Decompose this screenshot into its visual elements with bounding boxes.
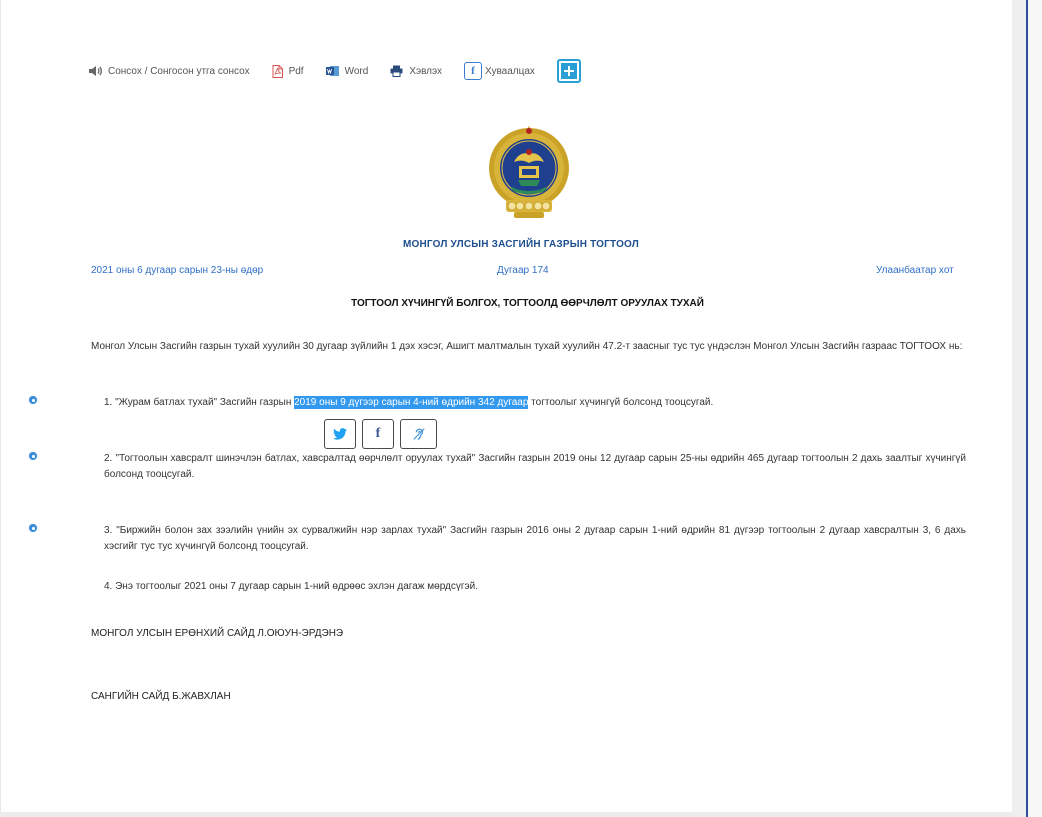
pdf-button[interactable]: Pdf xyxy=(272,64,304,78)
share-label: Хуваалцах xyxy=(485,65,535,77)
page: Сонсох / Сонгосон утга сонсох Pdf Word Х… xyxy=(0,0,1012,817)
share-button[interactable]: f Хуваалцах xyxy=(464,62,535,80)
facebook-icon: f xyxy=(375,426,381,441)
plus-icon xyxy=(556,59,581,83)
print-button[interactable]: Хэвлэх xyxy=(390,65,442,77)
printer-icon xyxy=(390,65,403,77)
share-twitter-button[interactable] xyxy=(324,419,356,449)
signature-prime-minister: МОНГОЛ УЛСЫН ЕРӨНХИЙ САЙД Л.ОЮУН-ЭРДЭНЭ xyxy=(91,628,344,639)
selected-text-highlight[interactable]: 2019 оны 9 дүгээр сарын 4-ний өдрийн 342… xyxy=(294,396,529,409)
print-label: Хэвлэх xyxy=(409,65,442,77)
share-listen-button[interactable] xyxy=(400,419,437,449)
list-item-4: 4. Энэ тогтоолыг 2021 оны 7 дугаар сарын… xyxy=(104,581,478,592)
decree-number: Дугаар 174 xyxy=(497,265,549,276)
list-item-2: 2. "Тогтоолын хавсралт шинэчлэн батлах, … xyxy=(104,453,966,480)
word-button[interactable]: Word xyxy=(325,65,369,77)
right-side-panel xyxy=(1028,0,1042,817)
selection-share-popup: f xyxy=(324,419,443,449)
gov-title: МОНГОЛ УЛСЫН ЗАСГИЙН ГАЗРЫН ТОГТООЛ xyxy=(402,239,640,250)
facebook-icon: f xyxy=(464,62,482,80)
bullet-marker-2[interactable] xyxy=(29,452,37,460)
signature-finance-minister: САНГИЙН САЙД Б.ЖАВХЛАН xyxy=(91,691,231,702)
item1-text-before: 1. "Журам батлах тухай" Засгийн газрын xyxy=(104,397,295,408)
decree-date: 2021 оны 6 дугаар сарын 23-ны өдөр xyxy=(91,265,264,276)
listen-label: Сонсох / Сонгосон утга сонсох xyxy=(108,65,250,77)
add-more-button[interactable] xyxy=(556,59,581,83)
item1-text-after: тогтоолыг хүчингүй болсонд тооцсугай. xyxy=(528,397,714,408)
pdf-icon xyxy=(272,64,283,78)
word-icon xyxy=(325,65,339,77)
share-facebook-button[interactable]: f xyxy=(362,419,394,449)
word-label: Word xyxy=(344,65,369,77)
bullet-marker-1[interactable] xyxy=(29,396,37,404)
twitter-icon xyxy=(333,428,347,440)
state-emblem xyxy=(484,122,574,220)
bullet-marker-3[interactable] xyxy=(29,524,37,532)
speaker-icon xyxy=(88,65,102,77)
pdf-label: Pdf xyxy=(288,65,304,77)
list-item-1: 1. "Журам батлах тухай" Засгийн газрын 2… xyxy=(104,395,966,411)
document-title: ТОГТООЛ ХҮЧИНГҮЙ БОЛГОХ, ТОГТООЛД ӨӨРЧЛӨ… xyxy=(351,298,704,309)
bottom-bar xyxy=(0,812,1012,817)
listen-button[interactable]: Сонсох / Сонгосон утга сонсох xyxy=(88,65,250,77)
decree-place: Улаанбаатар хот xyxy=(876,265,954,276)
hearing-icon xyxy=(412,428,425,440)
left-border xyxy=(0,0,1,817)
intro-paragraph: Монгол Улсын Засгийн газрын тухай хуулий… xyxy=(91,341,963,352)
document-toolbar: Сонсох / Сонгосон утга сонсох Pdf Word Х… xyxy=(88,58,603,84)
list-item-3: 3. "Биржийн болон зах зээлийн үнийн эх с… xyxy=(104,525,966,552)
